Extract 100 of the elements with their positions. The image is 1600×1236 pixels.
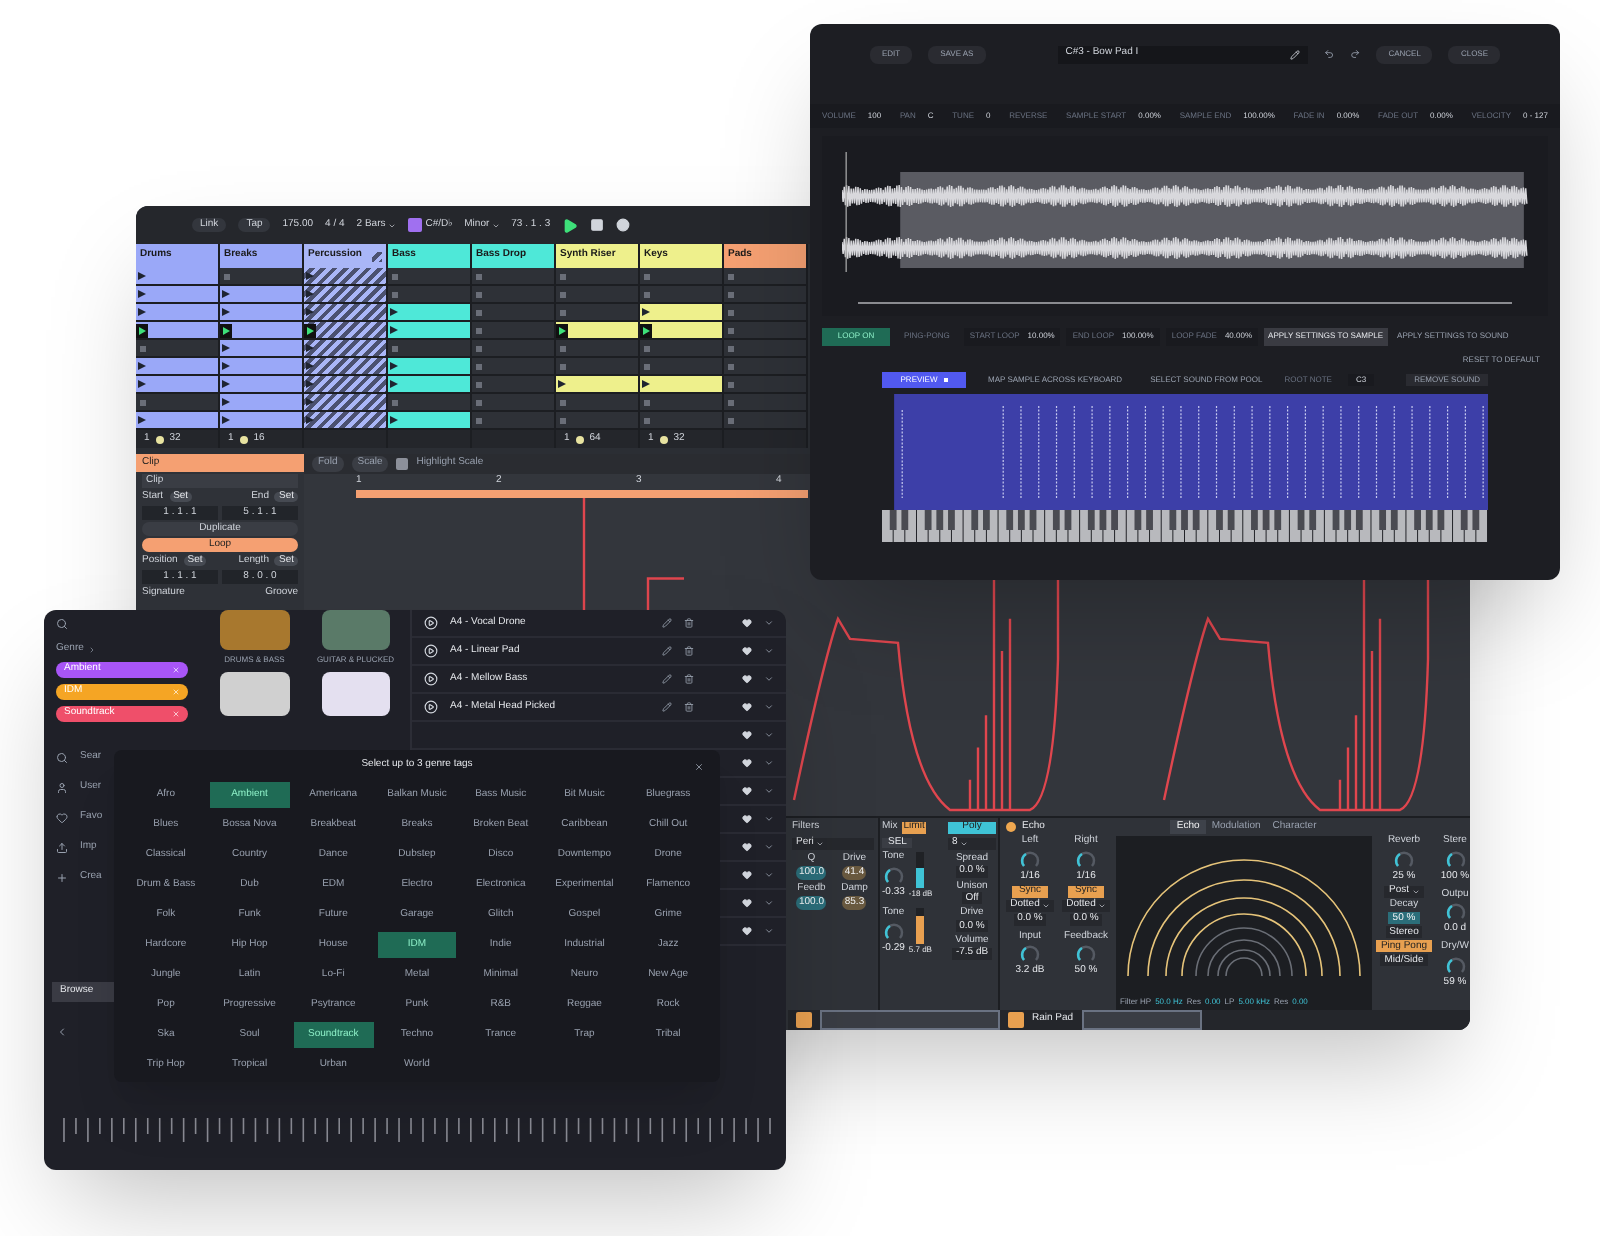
chevron-icon[interactable] xyxy=(764,814,774,824)
heart-icon[interactable] xyxy=(742,870,752,880)
playing-icon[interactable] xyxy=(640,323,652,337)
clip-slot[interactable] xyxy=(136,358,218,376)
clip-badge-icon[interactable] xyxy=(796,1012,812,1028)
clip-slot[interactable] xyxy=(220,286,302,304)
trash-icon[interactable] xyxy=(684,618,694,628)
play-icon[interactable] xyxy=(138,272,146,280)
play-icon[interactable] xyxy=(222,380,230,388)
play-icon[interactable] xyxy=(390,362,398,370)
knob[interactable] xyxy=(883,865,904,886)
play-icon[interactable] xyxy=(558,380,566,388)
nav-icon[interactable] xyxy=(56,841,68,854)
clip-slot[interactable] xyxy=(304,358,386,376)
knob[interactable] xyxy=(1076,849,1096,870)
play-icon[interactable] xyxy=(424,672,438,686)
play-icon[interactable] xyxy=(138,362,146,370)
playing-icon[interactable] xyxy=(304,323,316,337)
clip-slot[interactable] xyxy=(220,412,302,430)
trash-icon[interactable] xyxy=(684,646,694,656)
play-icon[interactable] xyxy=(306,344,314,352)
heart-icon[interactable] xyxy=(742,926,752,936)
play-icon[interactable] xyxy=(390,308,398,316)
play-icon[interactable] xyxy=(222,344,230,352)
heart-icon[interactable] xyxy=(742,702,752,712)
play-icon[interactable] xyxy=(306,272,314,280)
play-icon[interactable] xyxy=(222,308,230,316)
trash-icon[interactable] xyxy=(684,674,694,684)
play-icon[interactable] xyxy=(562,217,579,233)
heart-icon[interactable] xyxy=(742,646,752,656)
nav-icon[interactable] xyxy=(56,781,68,794)
nav-icon[interactable] xyxy=(56,811,68,824)
play-icon[interactable] xyxy=(390,380,398,388)
clip-slot[interactable] xyxy=(556,322,638,340)
clip-slot[interactable] xyxy=(304,340,386,358)
clip-slot[interactable] xyxy=(304,304,386,322)
chevron-icon[interactable] xyxy=(764,674,774,684)
clip-slot[interactable] xyxy=(136,268,218,286)
knob[interactable] xyxy=(1445,955,1465,976)
play-icon[interactable] xyxy=(424,616,438,630)
play-icon[interactable] xyxy=(424,644,438,658)
play-icon[interactable] xyxy=(222,290,230,298)
clip-slot[interactable] xyxy=(304,322,386,340)
photo-placeholder[interactable] xyxy=(321,671,390,716)
heart-icon[interactable] xyxy=(742,758,752,768)
pencil-icon[interactable] xyxy=(662,618,672,628)
knob[interactable] xyxy=(1020,849,1040,870)
play-icon[interactable] xyxy=(642,380,650,388)
chevron-icon[interactable] xyxy=(764,618,774,628)
play-icon[interactable] xyxy=(306,416,314,424)
record-icon[interactable] xyxy=(616,218,631,232)
clip-slot[interactable] xyxy=(220,322,302,340)
clip-slot[interactable] xyxy=(640,376,722,394)
chevron-icon[interactable] xyxy=(764,926,774,936)
knob[interactable] xyxy=(1076,944,1096,965)
play-icon[interactable] xyxy=(306,362,314,370)
play-icon[interactable] xyxy=(390,416,398,424)
heart-icon[interactable] xyxy=(742,898,752,908)
play-icon[interactable] xyxy=(138,416,146,424)
chevron-icon[interactable] xyxy=(764,758,774,768)
undo-icon[interactable] xyxy=(1323,48,1335,60)
clip-slot[interactable] xyxy=(388,376,470,394)
clip-slot[interactable] xyxy=(220,358,302,376)
heart-icon[interactable] xyxy=(742,842,752,852)
pencil-icon[interactable] xyxy=(662,702,672,712)
playing-icon[interactable] xyxy=(136,323,148,337)
clip-slot[interactable] xyxy=(640,322,722,340)
trash-icon[interactable] xyxy=(684,702,694,712)
pencil-icon[interactable] xyxy=(662,646,672,656)
waveform-drawing[interactable] xyxy=(842,148,1528,276)
scrollbar[interactable] xyxy=(858,302,1512,304)
chevron-icon[interactable] xyxy=(764,898,774,908)
play-icon[interactable] xyxy=(306,290,314,298)
chevron-icon[interactable] xyxy=(764,842,774,852)
back-icon[interactable] xyxy=(56,1026,68,1038)
play-icon[interactable] xyxy=(642,308,650,316)
chevron-icon[interactable] xyxy=(764,730,774,740)
chevron-icon[interactable] xyxy=(764,870,774,880)
clip-slot[interactable] xyxy=(640,304,722,322)
play-icon[interactable] xyxy=(138,308,146,316)
heart-icon[interactable] xyxy=(742,786,752,796)
device-power-icon[interactable] xyxy=(1006,822,1016,832)
clip-slot[interactable] xyxy=(220,376,302,394)
chevron-icon[interactable] xyxy=(764,646,774,656)
piano-keyboard-drawing[interactable] xyxy=(882,510,1488,542)
highlight-checkbox[interactable] xyxy=(396,458,409,470)
photo-placeholder[interactable] xyxy=(220,671,289,716)
playing-icon[interactable] xyxy=(220,323,232,337)
search-icon[interactable] xyxy=(56,618,68,630)
heart-icon[interactable] xyxy=(742,618,752,628)
knob[interactable] xyxy=(1445,902,1465,923)
clip-slot[interactable] xyxy=(556,376,638,394)
play-icon[interactable] xyxy=(306,380,314,388)
clip-slot[interactable] xyxy=(136,412,218,430)
redo-icon[interactable] xyxy=(1350,48,1361,60)
play-icon[interactable] xyxy=(138,290,146,298)
clip-slot[interactable] xyxy=(388,412,470,430)
nav-icon[interactable] xyxy=(56,871,68,884)
clip-slot[interactable] xyxy=(220,340,302,358)
heart-icon[interactable] xyxy=(742,674,752,684)
